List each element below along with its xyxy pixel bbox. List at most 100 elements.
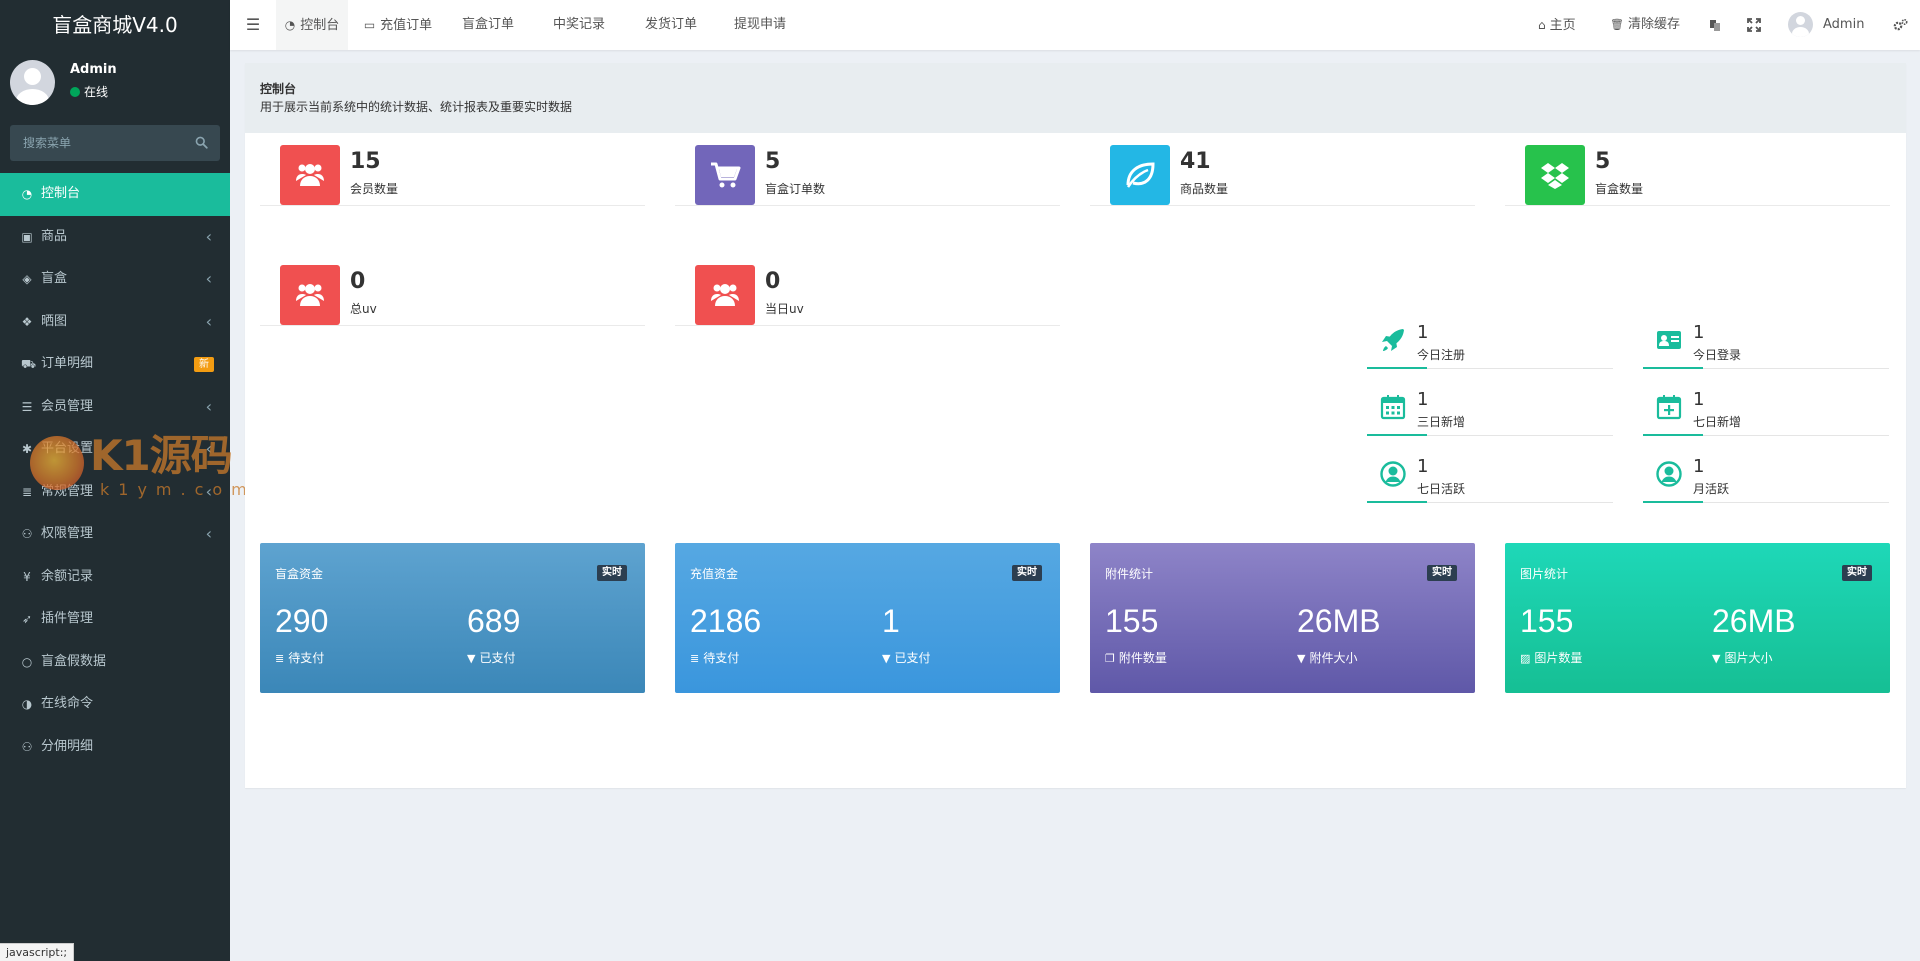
stat-value: 5 xyxy=(765,149,781,174)
stat-value: 0 xyxy=(350,269,366,294)
mini-stat-underline xyxy=(1367,501,1427,503)
nav-home[interactable]: ⌂ 主页 xyxy=(1538,0,1576,50)
stat-box: 5 盲盒订单数 xyxy=(675,120,1060,206)
rocket-icon: ➶ xyxy=(21,612,33,626)
card-label-2: ▼ 附件大小 xyxy=(1297,649,1357,666)
avatar xyxy=(10,60,55,105)
stat-label: 会员数量 xyxy=(350,182,399,196)
circle-icon: ○ xyxy=(21,654,33,669)
search-icon[interactable] xyxy=(195,136,208,149)
mini-stat-value: 1 xyxy=(1417,389,1429,410)
fullscreen-icon[interactable] xyxy=(1747,0,1761,50)
sidebar-item-0[interactable]: ◔ 控制台 xyxy=(0,173,230,216)
stat-box: 41 商品数量 xyxy=(1090,120,1475,206)
tab-label: 提现申请 xyxy=(733,17,786,32)
sidebar-item-9[interactable]: ¥ 余额记录 xyxy=(0,556,230,599)
realtime-badge: 实时 xyxy=(1842,565,1872,581)
card-title: 附件统计 xyxy=(1105,567,1154,581)
mini-stat: 1 月活跃 xyxy=(1643,454,1889,503)
sidebar-item-label: 会员管理 xyxy=(41,398,94,414)
list-icon: ☰ xyxy=(21,399,33,414)
user-name: Admin xyxy=(70,62,117,77)
stat-box: 15 会员数量 xyxy=(260,120,645,206)
search-input[interactable] xyxy=(10,125,220,161)
mini-stat: 1 七日活跃 xyxy=(1367,454,1613,503)
group-icon: ⚇ xyxy=(21,739,33,754)
user-menu[interactable]: Admin xyxy=(1788,0,1864,50)
card-value-1: 155 xyxy=(1520,603,1574,639)
mini-stat-value: 1 xyxy=(1417,456,1429,477)
card-value-2: 26MB xyxy=(1297,603,1381,639)
card-label-1-text: 附件数量 xyxy=(1118,651,1167,665)
stat-icon-box xyxy=(1525,145,1585,205)
tab-label: 发货订单 xyxy=(644,17,697,32)
stat-value: 5 xyxy=(1595,149,1611,174)
chevron-left-icon: ‹ xyxy=(205,524,212,543)
tab-5[interactable]: 提现申请 xyxy=(724,0,796,50)
mini-stat-underline xyxy=(1367,367,1427,369)
card-title: 图片统计 xyxy=(1520,567,1569,581)
tab-1[interactable]: ▭ 充值订单 xyxy=(356,0,440,50)
chevron-left-icon: ‹ xyxy=(205,396,212,416)
tab-4[interactable]: 发货订单 xyxy=(630,0,712,50)
realtime-badge: 实时 xyxy=(597,565,627,581)
sidebar-item-7[interactable]: ≣ 常规管理 ‹ xyxy=(0,471,230,514)
mini-stat-underline xyxy=(1643,501,1703,503)
mini-stat-label: 七日新增 xyxy=(1693,415,1742,429)
nav-clear-cache-label: 清除缓存 xyxy=(1627,17,1680,32)
sidebar-item-5[interactable]: ☰ 会员管理 ‹ xyxy=(0,386,230,429)
settings-cogs-icon[interactable] xyxy=(1893,0,1908,50)
new-badge: 新 xyxy=(194,357,214,372)
sidebar-item-2[interactable]: ◈ 盲盒 ‹ xyxy=(0,258,230,301)
card-label-2-text: 已支付 xyxy=(479,651,516,665)
language-icon[interactable] xyxy=(1708,0,1722,50)
user-status-text: 在线 xyxy=(84,85,109,99)
online-dot-icon xyxy=(70,87,80,97)
mini-stat: 1 三日新增 xyxy=(1367,387,1613,436)
card-value-2: 26MB xyxy=(1712,603,1796,639)
tab-0[interactable]: ◔ 控制台 xyxy=(276,0,348,50)
sidebar-item-label: 在线命令 xyxy=(41,696,94,711)
sidebar-item-4[interactable]: ⛟ 订单明细 新 xyxy=(0,343,230,386)
tab-2[interactable]: 盲盒订单 xyxy=(454,0,522,50)
tab-3[interactable]: 中奖记录 xyxy=(540,0,618,50)
sidebar-item-8[interactable]: ⚇ 权限管理 ‹ xyxy=(0,513,230,556)
card-title: 盲盒资金 xyxy=(275,567,324,581)
summary-card: 附件统计 实时 155 26MB ❐ 附件数量 ▼ 附件大小 xyxy=(1090,543,1475,693)
sidebar-item-3[interactable]: ❖ 晒图 ‹ xyxy=(0,301,230,344)
top-avatar xyxy=(1788,12,1813,37)
shopping-bag-icon: ▣ xyxy=(21,229,33,244)
mini-stat-label: 今日注册 xyxy=(1417,348,1466,362)
mini-stat-value: 1 xyxy=(1417,322,1429,343)
sidebar-item-1[interactable]: ▣ 商品 ‹ xyxy=(0,216,230,259)
card-label-1: ≣ 待支付 xyxy=(275,649,324,666)
sidebar-item-6[interactable]: ✱ 平台设置 ‹ xyxy=(0,428,230,471)
stat-icon-box xyxy=(695,145,755,205)
card-label-1: ▨ 图片数量 xyxy=(1520,649,1582,666)
card-value-1: 2186 xyxy=(690,603,762,639)
dashboard-icon: ◔ xyxy=(21,187,33,201)
sidebar-item-12[interactable]: ◑ 在线命令 xyxy=(0,683,230,726)
stat-icon-box xyxy=(1110,145,1170,205)
card-label-2: ▼ 已支付 xyxy=(882,649,930,666)
app-title[interactable]: 盲盒商城V4.0 xyxy=(0,0,230,50)
summary-card: 图片统计 实时 155 26MB ▨ 图片数量 ▼ 图片大小 xyxy=(1505,543,1890,693)
realtime-badge: 实时 xyxy=(1012,565,1042,581)
sidebar-item-10[interactable]: ➶ 插件管理 xyxy=(0,598,230,641)
tab-label: 控制台 xyxy=(300,18,340,33)
mini-stat: 1 七日新增 xyxy=(1643,387,1889,436)
dashboard-icon: ◔ xyxy=(284,18,296,32)
card-value-2: 1 xyxy=(882,603,900,639)
sidebar-item-label: 盲盒假数据 xyxy=(41,653,107,669)
sidebar-item-label: 余额记录 xyxy=(41,568,94,584)
cart-icon: ⛟ xyxy=(21,357,37,371)
database-icon: ≣ xyxy=(21,484,33,499)
sidebar-item-13[interactable]: ⚇ 分佣明细 xyxy=(0,726,230,769)
mini-stat-value: 1 xyxy=(1693,456,1705,477)
sidebar-item-11[interactable]: ○ 盲盒假数据 xyxy=(0,641,230,684)
mini-stat: 1 今日注册 xyxy=(1367,320,1613,369)
mini-stat-underline xyxy=(1643,434,1703,436)
chevron-left-icon: ‹ xyxy=(205,439,212,458)
nav-clear-cache[interactable]: 🗑 清除缓存 xyxy=(1610,0,1680,50)
sidebar-toggle-icon[interactable]: ☰ xyxy=(230,0,276,50)
